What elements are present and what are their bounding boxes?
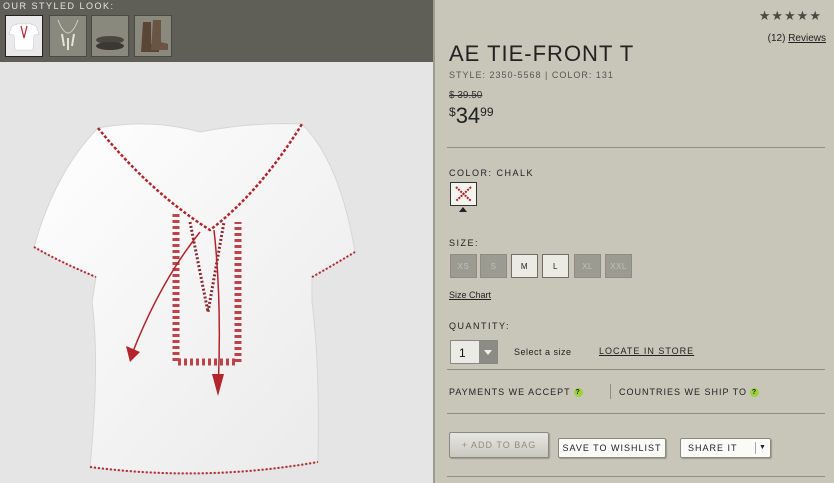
divider (447, 147, 825, 148)
countries-label: COUNTRIES WE SHIP TO (619, 387, 748, 397)
product-image-panel: OUR STYLED LOOK: (0, 0, 433, 483)
styled-look-label: OUR STYLED LOOK: (3, 1, 115, 11)
price-currency: $ (449, 105, 456, 119)
divider (447, 476, 825, 477)
countries-shipped[interactable]: COUNTRIES WE SHIP TO? (619, 387, 760, 398)
divider (447, 413, 825, 414)
divider (610, 384, 611, 399)
share-label: SHARE IT (688, 443, 738, 453)
size-chart-link[interactable]: Size Chart (449, 290, 491, 300)
price-cents: 99 (480, 105, 494, 119)
styled-thumb-necklace[interactable] (49, 15, 87, 57)
divider (447, 369, 825, 370)
save-to-wishlist-button[interactable]: SAVE TO WISHLIST (558, 438, 666, 458)
locate-in-store-link[interactable]: LOCATE IN STORE (599, 346, 694, 356)
styled-look-bar: OUR STYLED LOOK: (0, 0, 433, 62)
styled-thumb-bracelets[interactable] (91, 15, 129, 57)
selected-swatch-indicator-icon (459, 207, 467, 212)
price-dollars: 34 (455, 103, 481, 128)
product-title: AE TIE-FRONT T (449, 41, 635, 66)
help-icon[interactable]: ? (573, 388, 583, 398)
reviews-link-area[interactable]: (12) Reviews (768, 33, 826, 44)
sale-price: $3499 (449, 103, 494, 129)
chevron-down-icon[interactable] (479, 341, 497, 363)
styled-thumb-tee[interactable] (5, 15, 43, 57)
product-details-panel: ★★★★★ (12) Reviews AE TIE-FRONT T STYLE:… (435, 0, 834, 483)
payments-accepted[interactable]: PAYMENTS WE ACCEPT? (449, 387, 583, 398)
color-label: COLOR: CHALK (449, 168, 535, 178)
chevron-down-icon[interactable]: ▼ (759, 439, 767, 457)
size-option-xl: XL (574, 254, 601, 278)
size-option-s: S (480, 254, 507, 278)
size-option-l[interactable]: L (542, 254, 569, 278)
select-size-hint: Select a size (514, 347, 572, 357)
original-price: $ 39.50 (449, 90, 483, 101)
add-to-bag-button[interactable]: + ADD TO BAG (449, 432, 549, 458)
quantity-value: 1 (459, 346, 466, 360)
help-icon[interactable]: ? (750, 388, 760, 398)
share-button[interactable]: SHARE IT ▼ (680, 438, 771, 458)
rating-stars[interactable]: ★★★★★ (759, 8, 822, 24)
payments-label: PAYMENTS WE ACCEPT (449, 387, 571, 397)
product-photo (0, 62, 433, 483)
size-option-xs: XS (450, 254, 477, 278)
size-option-xxl: XXL (605, 254, 632, 278)
color-swatch-chalk[interactable] (450, 182, 477, 206)
reviews-link[interactable]: Reviews (788, 33, 826, 44)
size-label: SIZE: (449, 238, 480, 248)
style-color-code: STYLE: 2350-5568 | COLOR: 131 (449, 70, 614, 80)
divider (755, 442, 756, 454)
quantity-label: QUANTITY: (449, 321, 511, 331)
styled-thumb-boots[interactable] (134, 15, 172, 57)
review-count: (12) (767, 33, 786, 44)
quantity-select[interactable]: 1 (450, 340, 498, 364)
size-option-m[interactable]: M (511, 254, 538, 278)
